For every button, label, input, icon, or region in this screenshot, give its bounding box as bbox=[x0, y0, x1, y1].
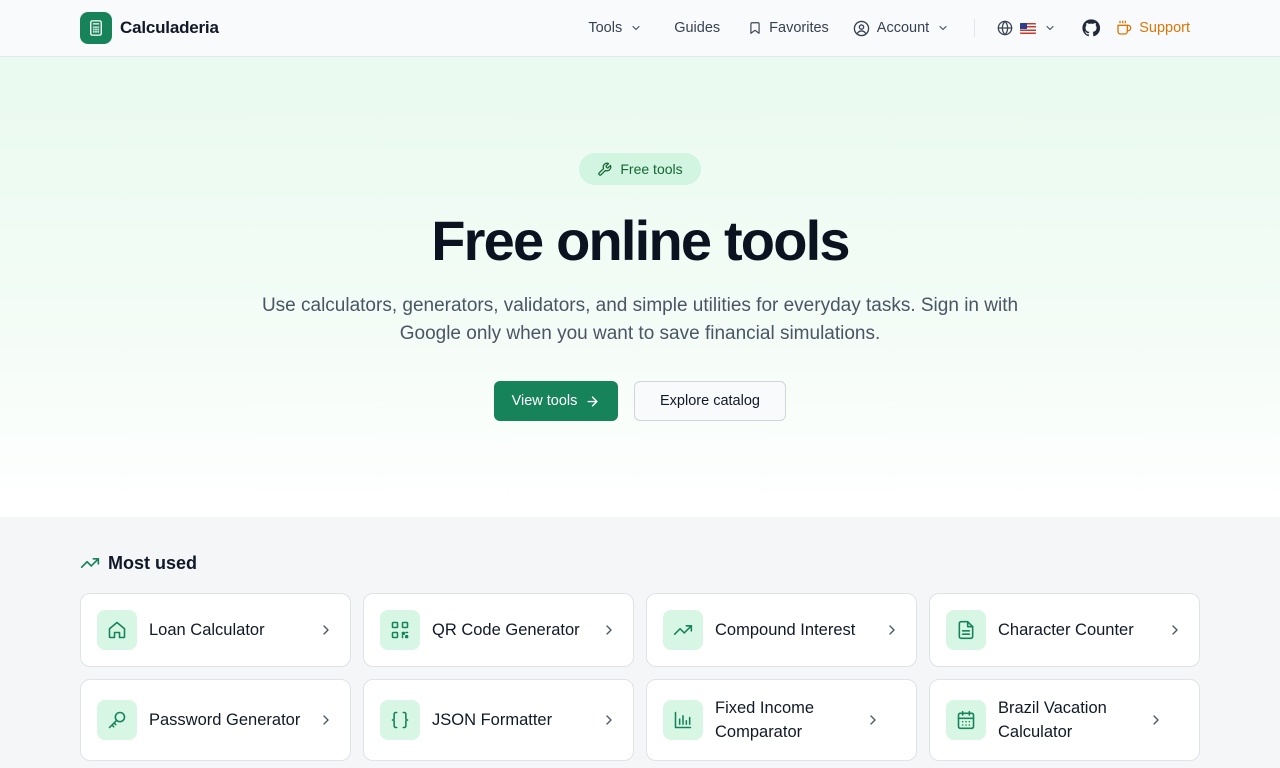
free-tools-badge: Free tools bbox=[579, 153, 701, 185]
arrow-right-icon bbox=[585, 394, 600, 409]
tool-card-label: Brazil Vacation Calculator bbox=[998, 699, 1107, 741]
globe-icon bbox=[997, 20, 1013, 36]
nav-favorites-label: Favorites bbox=[769, 20, 829, 36]
main-nav: Tools Guides Favorites Account Support bbox=[588, 14, 1190, 42]
chevron-right-icon bbox=[318, 712, 334, 728]
tool-card-label: Character Counter bbox=[998, 621, 1134, 639]
chevron-down-icon bbox=[630, 22, 642, 34]
key-icon bbox=[97, 700, 137, 740]
calculator-icon bbox=[80, 12, 112, 44]
nav-guides-label: Guides bbox=[674, 20, 721, 36]
most-used-section: Most used Loan Calculator QR Code Genera… bbox=[0, 517, 1280, 768]
user-circle-icon bbox=[853, 20, 870, 37]
chevron-right-icon bbox=[318, 622, 334, 638]
nav-guides-link[interactable]: Guides bbox=[674, 20, 720, 36]
chevron-down-icon bbox=[1044, 22, 1056, 34]
tool-card-label: Password Generator bbox=[149, 711, 301, 729]
tool-card-fixed-income-comparator[interactable]: Fixed Income Comparator bbox=[646, 679, 917, 761]
tool-card-loan-calculator[interactable]: Loan Calculator bbox=[80, 593, 351, 667]
page-title: Free online tools bbox=[431, 209, 850, 272]
bar-chart-icon bbox=[663, 700, 703, 740]
trending-up-icon bbox=[663, 610, 703, 650]
view-tools-label: View tools bbox=[511, 393, 578, 409]
chevron-right-icon bbox=[1148, 712, 1164, 728]
nav-account-dropdown[interactable]: Account bbox=[853, 20, 949, 37]
support-link[interactable]: Support bbox=[1116, 20, 1190, 36]
bookmark-icon bbox=[748, 21, 762, 35]
badge-label: Free tools bbox=[620, 161, 683, 177]
tool-card-qr-code-generator[interactable]: QR Code Generator bbox=[363, 593, 634, 667]
tool-card-label: Fixed Income Comparator bbox=[715, 699, 815, 741]
brand-name: Calculaderia bbox=[120, 18, 219, 37]
hero-section: Free tools Free online tools Use calcula… bbox=[0, 57, 1280, 517]
tool-card-json-formatter[interactable]: JSON Formatter bbox=[363, 679, 634, 761]
wrench-icon bbox=[597, 162, 612, 177]
trending-up-icon bbox=[80, 553, 100, 573]
tool-card-label: QR Code Generator bbox=[432, 621, 580, 639]
chevron-down-icon bbox=[937, 22, 949, 34]
top-navbar: Calculaderia Tools Guides Favorites Acco… bbox=[0, 0, 1280, 57]
tool-card-character-counter[interactable]: Character Counter bbox=[929, 593, 1200, 667]
chevron-right-icon bbox=[1167, 622, 1183, 638]
qr-code-icon bbox=[380, 610, 420, 650]
chevron-right-icon bbox=[865, 712, 881, 728]
nav-favorites-link[interactable]: Favorites bbox=[748, 20, 829, 36]
nav-divider bbox=[974, 19, 976, 37]
tool-card-compound-interest[interactable]: Compound Interest bbox=[646, 593, 917, 667]
explore-catalog-button[interactable]: Explore catalog bbox=[634, 381, 786, 421]
language-selector[interactable] bbox=[997, 20, 1056, 36]
nav-tools-label: Tools bbox=[588, 20, 623, 36]
github-link[interactable] bbox=[1082, 19, 1101, 37]
section-title: Most used bbox=[108, 552, 198, 573]
tools-grid: Loan Calculator QR Code Generator Compou… bbox=[80, 593, 1200, 761]
tool-card-label: JSON Formatter bbox=[432, 711, 553, 729]
home-icon bbox=[97, 610, 137, 650]
tool-card-brazil-vacation-calculator[interactable]: Brazil Vacation Calculator bbox=[929, 679, 1200, 761]
nav-account-label: Account bbox=[876, 20, 930, 36]
tool-card-label: Loan Calculator bbox=[149, 621, 265, 639]
tool-card-password-generator[interactable]: Password Generator bbox=[80, 679, 351, 761]
support-label: Support bbox=[1139, 20, 1190, 36]
file-text-icon bbox=[946, 610, 986, 650]
us-flag-icon bbox=[1020, 22, 1037, 34]
coffee-icon bbox=[1116, 20, 1132, 36]
calendar-icon bbox=[946, 700, 986, 740]
section-header: Most used bbox=[80, 553, 197, 573]
chevron-right-icon bbox=[884, 622, 900, 638]
tool-card-label: Compound Interest bbox=[715, 621, 856, 639]
explore-catalog-label: Explore catalog bbox=[660, 393, 760, 409]
hero-subtitle: Use calculators, generators, validators,… bbox=[261, 295, 1019, 344]
view-tools-button[interactable]: View tools bbox=[494, 381, 618, 421]
braces-icon bbox=[380, 700, 420, 740]
chevron-right-icon bbox=[601, 622, 617, 638]
github-icon bbox=[1082, 19, 1101, 37]
chevron-right-icon bbox=[601, 712, 617, 728]
brand-logo[interactable]: Calculaderia bbox=[80, 12, 219, 44]
nav-tools-dropdown[interactable]: Tools bbox=[588, 20, 642, 36]
